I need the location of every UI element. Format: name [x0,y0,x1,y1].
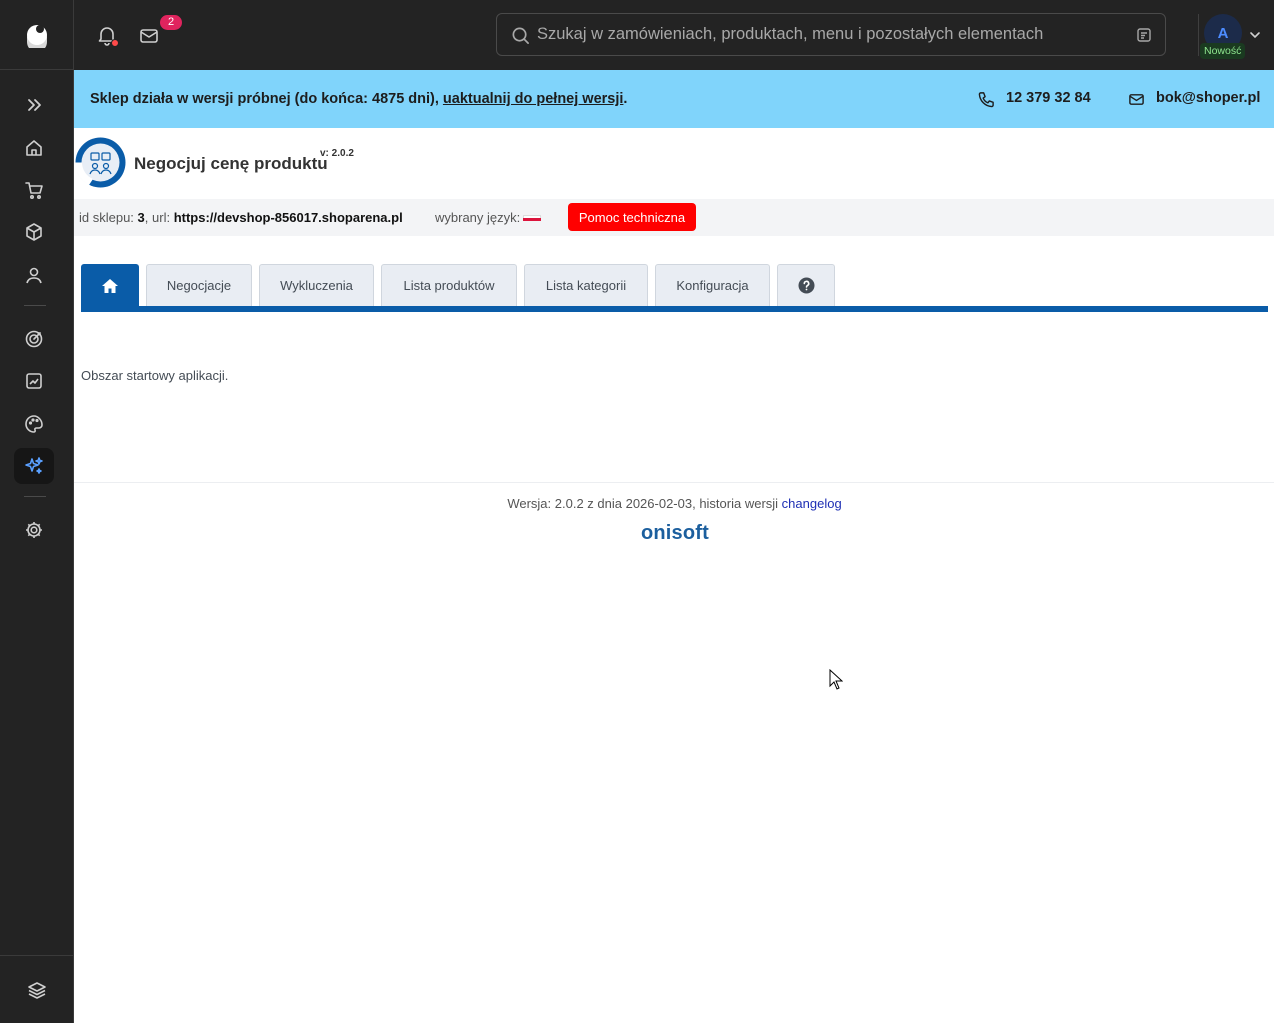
polish-flag-icon [523,215,541,221]
keyboard-shortcut-icon [1137,28,1151,42]
footer-divider [74,482,1274,483]
sidebar-box-icon[interactable] [14,214,54,250]
sidebar-expand-icon[interactable] [14,87,54,123]
search-icon [512,27,529,44]
sidebar-user-icon[interactable] [14,257,54,293]
shop-id-label: id sklepu: [79,210,138,225]
app-title: Negocjuj cenę produktu [134,154,328,173]
app-version: v: 2.0.2 [320,148,354,159]
shoper-logo[interactable] [0,0,73,70]
new-badge: Nowość [1200,43,1246,59]
shop-id: 3 [137,210,145,225]
home-icon [102,278,118,293]
upgrade-link[interactable]: uaktualnij do pełnej wersji [443,91,624,107]
notification-dot [111,39,119,47]
shoper-logo-icon [26,24,47,48]
tech-support-button[interactable]: Pomoc techniczna [568,203,696,231]
tab-help[interactable] [777,264,835,306]
mail-icon[interactable] [138,25,160,47]
trial-text-end: . [623,91,628,107]
topbar-divider [1198,14,1199,56]
shop-info: id sklepu: 3, url: https://devshop-85601… [79,210,403,225]
tab-negocjacje[interactable]: Negocjacje [146,264,252,306]
tab-home[interactable] [81,264,139,306]
tab-lista-produktow[interactable]: Lista produktów [381,264,517,306]
tab-underline [81,306,1268,312]
tab-wykluczenia[interactable]: Wykluczenia [259,264,374,306]
search-input[interactable] [537,14,1127,55]
phone-icon [978,92,994,108]
language-label: wybrany język: [435,210,521,225]
version-info: Wersja: 2.0.2 z dnia 2026-02-03, histori… [0,496,1274,511]
sidebar-cart-icon[interactable] [14,172,54,208]
support-email[interactable]: bok@shoper.pl [1156,90,1260,106]
sidebar-palette-icon[interactable] [14,406,54,442]
sidebar-sparkles-icon[interactable] [14,448,54,484]
sidebar-divider [24,305,46,306]
tab-lista-kategorii[interactable]: Lista kategorii [524,264,648,306]
topbar: 2 A Nowość [74,0,1274,70]
onisoft-logo[interactable]: onisoft [600,522,750,545]
version-text: Wersja: 2.0.2 z dnia 2026-02-03, histori… [507,496,782,511]
sidebar [0,0,74,1023]
trial-text: Sklep działa w wersji próbnej (do końca:… [90,91,443,107]
trial-message: Sklep działa w wersji próbnej (do końca:… [90,91,627,107]
tab-konfiguracja[interactable]: Konfiguracja [655,264,770,306]
trial-banner: Sklep działa w wersji próbnej (do końca:… [74,70,1274,128]
changelog-link[interactable]: changelog [782,496,842,511]
mail-icon [1129,94,1144,105]
sidebar-target-icon[interactable] [14,321,54,357]
shop-url: https://devshop-856017.shoparena.pl [173,210,403,225]
global-search[interactable] [496,13,1166,56]
chevron-down-icon[interactable] [1249,29,1261,41]
shop-url-label: , url: [144,210,174,225]
help-icon [798,277,814,294]
app-logo-icon [75,137,126,188]
sidebar-home-icon[interactable] [14,130,54,166]
messages-count-badge: 2 [160,15,182,30]
mouse-cursor-icon [829,669,843,690]
support-phone[interactable]: 12 379 32 84 [1006,90,1091,106]
start-area-text: Obszar startowy aplikacji. [81,368,229,383]
sidebar-chart-icon[interactable] [14,363,54,399]
shop-info-bar: id sklepu: 3, url: https://devshop-85601… [74,199,1274,236]
sidebar-layers-icon[interactable] [0,955,73,1023]
sidebar-gear-icon[interactable] [14,512,54,548]
